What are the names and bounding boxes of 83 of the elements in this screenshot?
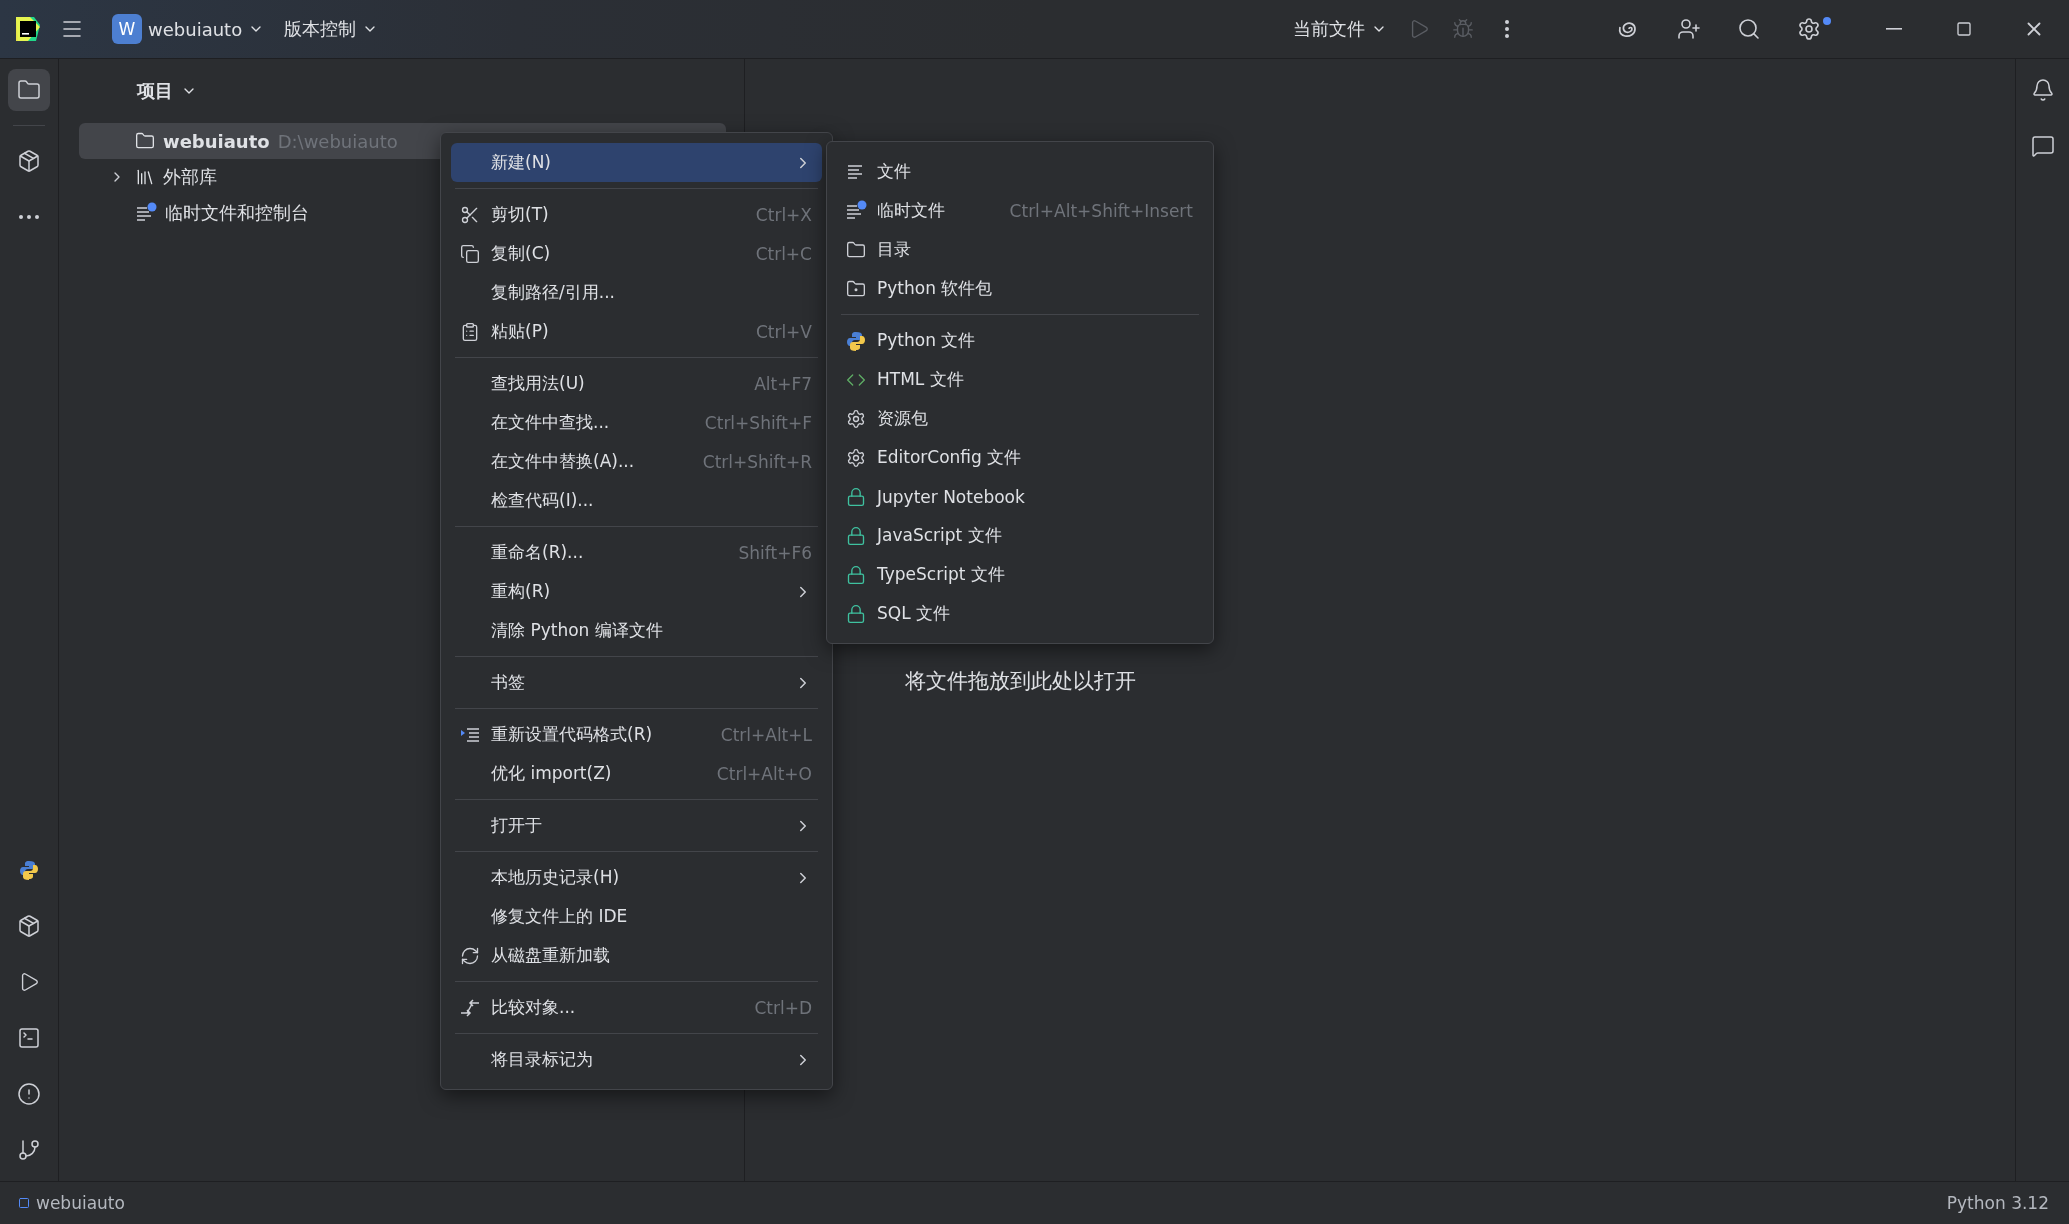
menu-item[interactable]: 文件	[837, 152, 1203, 191]
square-icon	[18, 1197, 30, 1209]
project-panel-title[interactable]: 项目	[79, 59, 197, 123]
menu-item[interactable]: 剪切(T) Ctrl+X	[451, 195, 822, 234]
scratch-file-icon	[845, 199, 867, 222]
compare-arrows-icon	[459, 996, 481, 1019]
menu-item[interactable]: 书签	[451, 663, 822, 702]
menu-item[interactable]: 新建(N)	[451, 143, 822, 182]
status-project[interactable]: webuiauto	[18, 1193, 125, 1213]
menu-item[interactable]: 打开于	[451, 806, 822, 845]
menu-item[interactable]: 修复文件上的 IDE	[451, 897, 822, 936]
lock-icon	[846, 525, 866, 546]
menu-item[interactable]: 重新设置代码格式(R) Ctrl+Alt+L	[451, 715, 822, 754]
menu-item[interactable]: 在文件中查找... Ctrl+Shift+F	[451, 403, 822, 442]
more-vertical-icon	[1505, 20, 1509, 38]
editor-hint: 将文件拖放到此处以打开	[905, 668, 1136, 695]
menu-item[interactable]: 比较对象... Ctrl+D	[451, 988, 822, 1027]
folder-icon	[17, 78, 41, 102]
more-icon	[19, 215, 39, 219]
status-interpreter[interactable]: Python 3.12	[1946, 1193, 2049, 1213]
vcs-dropdown[interactable]: 版本控制	[274, 9, 389, 49]
menu-item[interactable]: 在文件中替换(A)... Ctrl+Shift+R	[451, 442, 822, 481]
menu-item[interactable]: HTML 文件	[837, 360, 1203, 399]
menu-item[interactable]: 从磁盘重新加载	[451, 936, 822, 975]
reload-icon	[460, 945, 480, 966]
clipboard-icon	[460, 321, 480, 342]
menu-item[interactable]: 本地历史记录(H)	[451, 858, 822, 897]
menu-item[interactable]: 查找用法(U) Alt+F7	[451, 364, 822, 403]
menu-item[interactable]: 将目录标记为	[451, 1040, 822, 1079]
lock-icon	[846, 486, 866, 507]
search-icon	[1737, 17, 1761, 41]
menu-item[interactable]: EditorConfig 文件	[837, 438, 1203, 477]
lock-icon	[846, 564, 866, 585]
gear-icon	[846, 408, 866, 429]
menu-item[interactable]: 检查代码(I)...	[451, 481, 822, 520]
tree-label: 外部库	[163, 165, 217, 189]
python-icon	[18, 859, 40, 881]
menu-item[interactable]: JavaScript 文件	[837, 516, 1203, 555]
python-icon	[845, 329, 867, 352]
menu-item[interactable]: Jupyter Notebook	[837, 477, 1203, 516]
menu-item[interactable]: TypeScript 文件	[837, 555, 1203, 594]
copy-icon	[460, 243, 480, 264]
add-user-icon	[1677, 17, 1701, 41]
tree-label: 临时文件和控制台	[165, 201, 309, 225]
branch-icon	[17, 1138, 41, 1162]
project-name: webuiauto	[163, 130, 270, 152]
alert-icon	[17, 1082, 41, 1106]
minimize-icon	[1886, 28, 1902, 30]
menu-item[interactable]: 重构(R)	[451, 572, 822, 611]
app-logo-icon[interactable]	[14, 15, 42, 43]
run-config-dropdown[interactable]: 当前文件	[1283, 9, 1397, 49]
folder-icon	[135, 131, 155, 151]
menu-item[interactable]: SQL 文件	[837, 594, 1203, 633]
menu-item[interactable]: 优化 import(Z) Ctrl+Alt+O	[451, 754, 822, 793]
bell-icon	[2030, 78, 2055, 102]
folder-icon	[846, 239, 866, 260]
menu-item[interactable]: 资源包	[837, 399, 1203, 438]
gear-icon	[846, 447, 866, 468]
chat-icon	[2030, 134, 2055, 158]
package-folder-icon	[846, 278, 866, 299]
update-dot	[1823, 17, 1831, 25]
maximize-icon	[1956, 21, 1972, 37]
project-badge: W	[112, 14, 142, 44]
settings-icon	[1797, 17, 1821, 41]
box-icon	[17, 914, 41, 938]
library-icon	[135, 167, 155, 187]
menu-item[interactable]: 复制路径/引用...	[451, 273, 822, 312]
terminal-icon	[17, 1026, 41, 1050]
menu-item[interactable]: 目录	[837, 230, 1203, 269]
menu-item[interactable]: 粘贴(P) Ctrl+V	[451, 312, 822, 351]
bug-icon	[1452, 18, 1474, 40]
lock-icon	[846, 603, 866, 624]
menu-item[interactable]: Python 文件	[837, 321, 1203, 360]
project-dropdown[interactable]: W webuiauto	[102, 9, 275, 49]
menu-item[interactable]: 复制(C) Ctrl+C	[451, 234, 822, 273]
scissors-icon	[460, 204, 480, 225]
menu-item[interactable]: 临时文件 Ctrl+Alt+Shift+Insert	[837, 191, 1203, 230]
box-icon	[17, 149, 41, 173]
project-tool-button[interactable]	[8, 69, 50, 111]
menu-item[interactable]: 清除 Python 编译文件	[451, 611, 822, 650]
menu-item[interactable]: 重命名(R)... Shift+F6	[451, 533, 822, 572]
menu-item[interactable]: Python 软件包	[837, 269, 1203, 308]
scratch-file-icon	[135, 202, 157, 224]
